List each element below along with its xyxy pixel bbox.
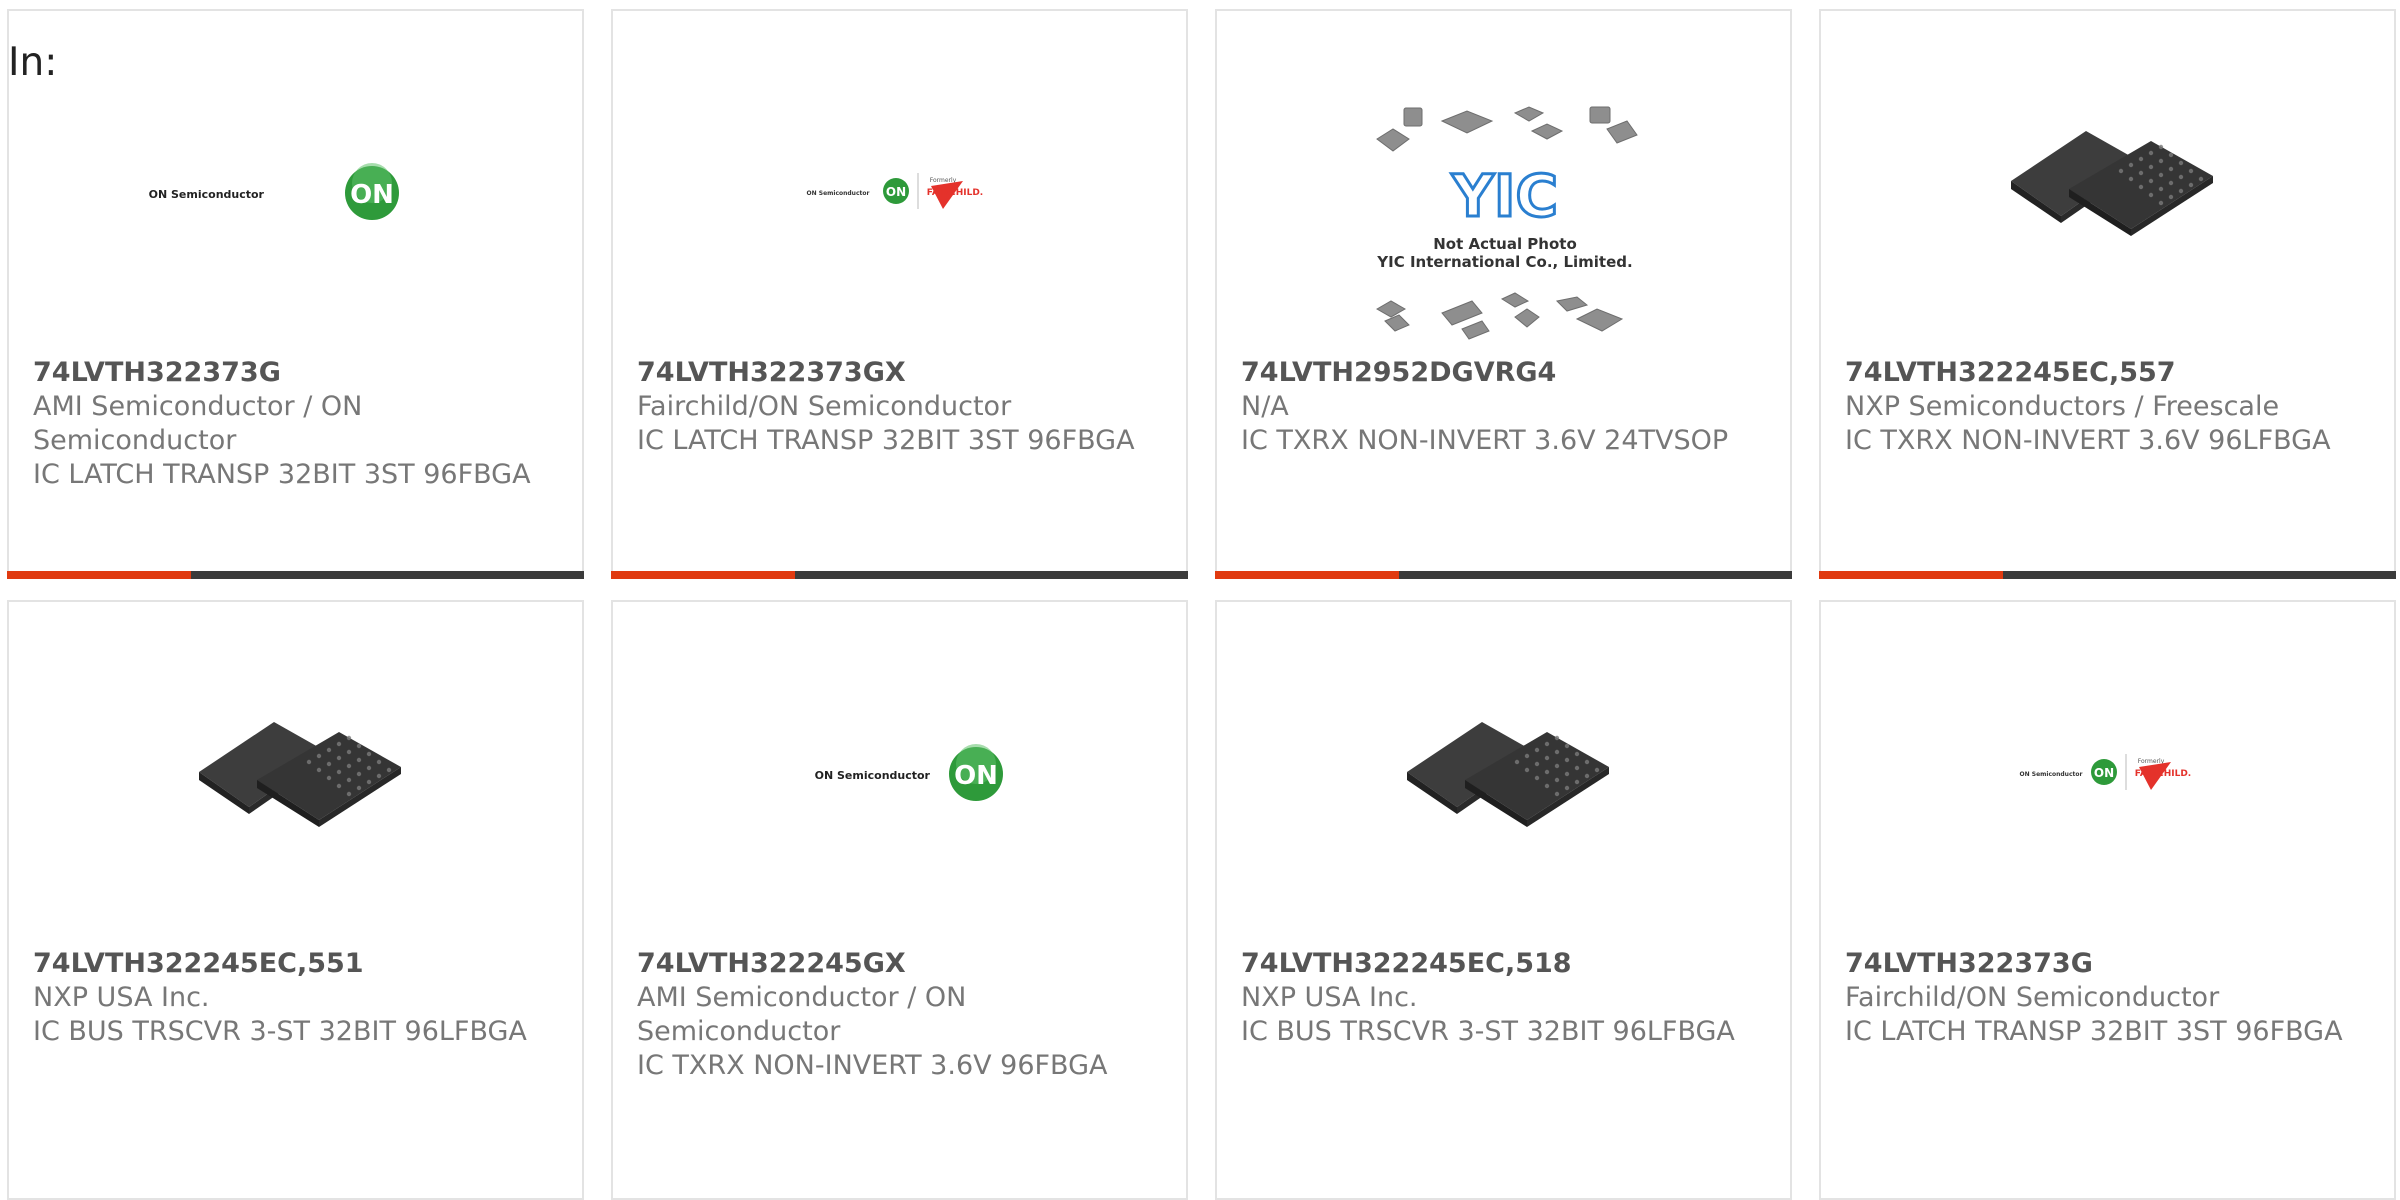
product-image[interactable]: ON Semiconductor ON Formerly FAIRCHILD. <box>1821 662 2394 887</box>
card-bottom-bar <box>7 571 584 579</box>
manufacturer: NXP USA Inc. <box>1241 982 1418 1013</box>
product-card[interactable]: 74LVTH322245EC,557 NXP Semiconductors / … <box>1819 9 2396 579</box>
product-card[interactable]: ON Semiconductor ON 74LVTH322245GX AMI S… <box>611 600 1188 1200</box>
description: IC BUS TRSCVR 3-ST 32BIT 96LFBGA <box>1241 1016 1735 1047</box>
svg-text:ON: ON <box>954 761 998 791</box>
manufacturer: N/A <box>1241 391 1289 422</box>
manufacturer: NXP Semiconductors / Freescale <box>1845 391 2280 422</box>
product-card[interactable]: 74LVTH322245EC,551 NXP USA Inc. IC BUS T… <box>7 600 584 1200</box>
svg-text:ON: ON <box>2094 766 2114 780</box>
filter-in-label: In: <box>8 40 58 85</box>
bga-chip-icon <box>1407 722 1609 827</box>
description: IC LATCH TRANSP 32BIT 3ST 96FBGA <box>33 459 531 490</box>
chip-cluster-icon <box>1376 106 1638 152</box>
on-semi-wordmark: ON Semiconductor <box>2020 771 2083 778</box>
product-card[interactable]: ON Semiconductor ON 74LVTH322373G AMI Se… <box>7 9 584 579</box>
svg-text:Not Actual Photo: Not Actual Photo <box>1433 235 1577 253</box>
part-number[interactable]: 74LVTH322245EC,518 <box>1241 947 1780 981</box>
card-bottom-bar <box>1819 571 2396 579</box>
bga-chip-icon <box>2011 131 2213 236</box>
manufacturer: NXP USA Inc. <box>33 982 210 1013</box>
part-number[interactable]: 74LVTH322373GX <box>637 356 1176 390</box>
on-semi-wordmark: ON Semiconductor <box>815 769 931 782</box>
manufacturer: AMI Semiconductor / ON Semiconductor <box>637 982 967 1047</box>
part-number[interactable]: 74LVTH322245EC,557 <box>1845 356 2384 390</box>
manufacturer: Fairchild/ON Semiconductor <box>1845 982 2220 1013</box>
description: IC LATCH TRANSP 32BIT 3ST 96FBGA <box>1845 1016 2343 1047</box>
part-number[interactable]: 74LVTH2952DGVRG4 <box>1241 356 1780 390</box>
part-number[interactable]: 74LVTH322373G <box>1845 947 2384 981</box>
svg-text:YIC International Co., Limited: YIC International Co., Limited. <box>1376 253 1632 271</box>
description: IC BUS TRSCVR 3-ST 32BIT 96LFBGA <box>33 1016 527 1047</box>
svg-text:ON: ON <box>350 180 394 210</box>
bga-chip-icon <box>199 722 401 827</box>
part-number[interactable]: 74LVTH322373G <box>33 356 572 390</box>
description: IC TXRX NON-INVERT 3.6V 24TVSOP <box>1241 425 1729 456</box>
yic-logo: YIC <box>1451 162 1558 230</box>
product-card[interactable]: YIC Not Actual Photo YIC International C… <box>1215 9 1792 579</box>
svg-text:ON: ON <box>886 185 906 199</box>
product-card[interactable]: ON Semiconductor ON Formerly FAIRCHILD. … <box>1819 600 2396 1200</box>
product-image[interactable] <box>9 662 582 887</box>
description: IC LATCH TRANSP 32BIT 3ST 96FBGA <box>637 425 1135 456</box>
description: IC TXRX NON-INVERT 3.6V 96FBGA <box>637 1050 1108 1081</box>
product-image[interactable]: ON Semiconductor ON <box>613 662 1186 887</box>
product-image[interactable] <box>1217 662 1790 887</box>
product-image[interactable]: ON Semiconductor ON Formerly FAIRCHILD. <box>613 71 1186 296</box>
on-semi-wordmark: ON Semiconductor <box>807 190 870 197</box>
product-image[interactable]: ON Semiconductor ON <box>9 71 582 296</box>
card-bottom-bar <box>1215 571 1792 579</box>
manufacturer: AMI Semiconductor / ON Semiconductor <box>33 391 363 456</box>
product-image[interactable] <box>1821 71 2394 296</box>
svg-text:FAIRCHILD.: FAIRCHILD. <box>2135 769 2191 779</box>
product-card[interactable]: 74LVTH322245EC,518 NXP USA Inc. IC BUS T… <box>1215 600 1792 1200</box>
description: IC TXRX NON-INVERT 3.6V 96LFBGA <box>1845 425 2331 456</box>
part-number[interactable]: 74LVTH322245EC,551 <box>33 947 572 981</box>
svg-text:FAIRCHILD.: FAIRCHILD. <box>927 188 983 198</box>
on-semi-wordmark: ON Semiconductor <box>149 188 265 201</box>
product-image[interactable]: YIC Not Actual Photo YIC International C… <box>1217 51 1790 351</box>
product-card[interactable]: ON Semiconductor ON Formerly FAIRCHILD. … <box>611 9 1188 579</box>
part-number[interactable]: 74LVTH322245GX <box>637 947 1176 981</box>
manufacturer: Fairchild/ON Semiconductor <box>637 391 1012 422</box>
card-bottom-bar <box>611 571 1188 579</box>
